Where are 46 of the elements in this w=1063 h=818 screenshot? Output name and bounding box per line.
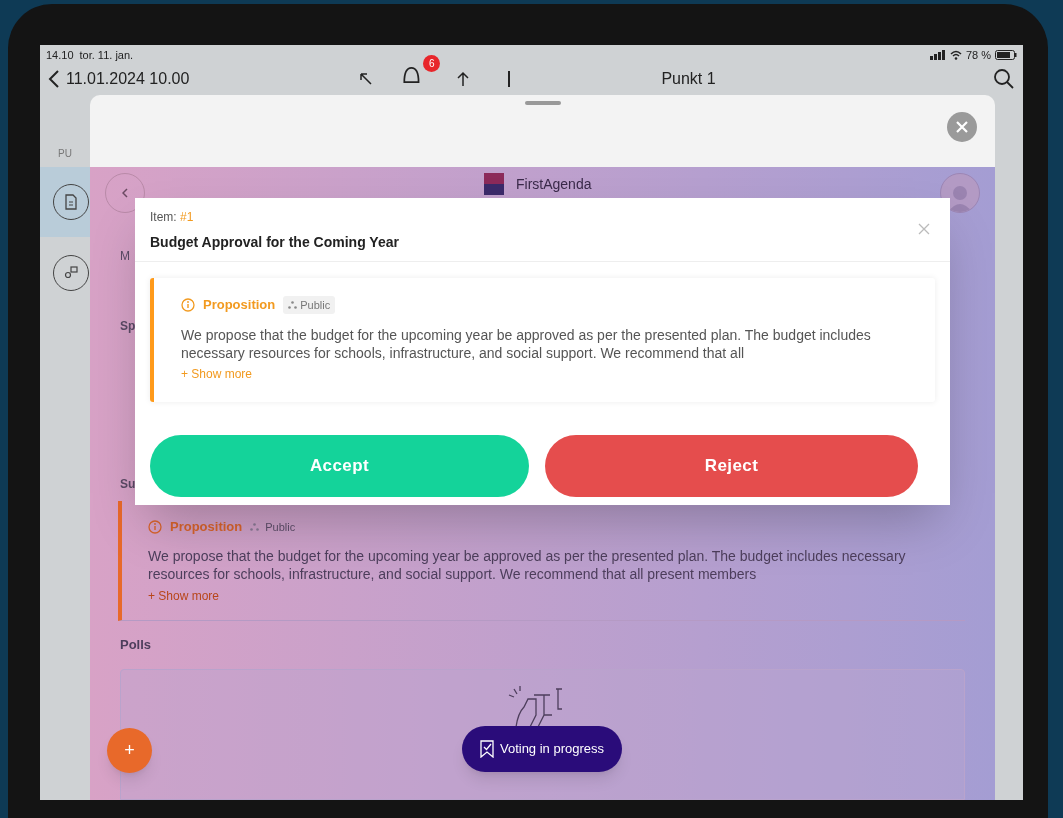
section-label: Su bbox=[120, 476, 136, 493]
back-chevron-icon[interactable] bbox=[48, 69, 60, 89]
drag-handle[interactable] bbox=[524, 101, 561, 105]
proposition-text: We propose that the budget for the upcoming year be approved as per the presented plan. The budget includes necessary resources for schools, infrastructure, and social support. We recommend that all bbox=[181, 325, 872, 362]
bell-icon[interactable] bbox=[403, 67, 422, 83]
close-icon bbox=[956, 121, 968, 133]
show-more-link[interactable]: + Show more bbox=[148, 586, 220, 605]
status-time: 14.10 bbox=[46, 47, 74, 63]
proposition-label: Proposition bbox=[203, 296, 276, 314]
public-tag: Public bbox=[261, 518, 300, 535]
dots-icon bbox=[250, 522, 260, 531]
dialog-title: Budget Approval for the Coming Year bbox=[150, 233, 400, 252]
sidebar-item[interactable] bbox=[40, 167, 90, 237]
chevron-left-icon bbox=[122, 188, 128, 198]
search-icon[interactable] bbox=[993, 68, 1015, 90]
close-button[interactable] bbox=[947, 112, 977, 142]
info-icon bbox=[148, 519, 162, 534]
battery-icon bbox=[995, 50, 1017, 60]
tag-label: Public bbox=[300, 297, 331, 313]
proposition-label: Proposition bbox=[170, 518, 243, 536]
show-more-link[interactable]: + Show more bbox=[181, 364, 253, 383]
voting-status-button[interactable]: Voting in progress bbox=[462, 726, 622, 772]
item-label: Item: bbox=[150, 210, 177, 224]
ballot-check-icon bbox=[479, 740, 494, 758]
notification-badge: 6 bbox=[423, 55, 441, 72]
accept-button[interactable]: Accept bbox=[150, 435, 529, 497]
reject-button[interactable]: Reject bbox=[545, 435, 918, 497]
avatar[interactable] bbox=[940, 173, 980, 213]
info-icon bbox=[181, 297, 195, 312]
document-icon bbox=[64, 194, 78, 210]
battery-percent: 78 % bbox=[965, 47, 991, 63]
status-date: tor. 11. jan. bbox=[79, 47, 134, 63]
brand-name: FirstAgenda bbox=[516, 176, 592, 192]
section-label: Sp bbox=[120, 318, 136, 335]
signal-icon bbox=[929, 50, 946, 60]
logo-icon bbox=[484, 173, 504, 195]
back-label[interactable]: 11.01.2024 10.00 bbox=[66, 67, 190, 91]
section-label: M bbox=[120, 248, 130, 265]
sidebar-heading: PU bbox=[58, 147, 72, 161]
proposition-text: We propose that the budget for the upcoming year be approved as per the presented plan. The budget includes necessary resources for schools, infrastructure, and social support. We recommend that all present members bbox=[148, 546, 907, 583]
item-number: #1 bbox=[180, 210, 194, 224]
arrow-icon[interactable] bbox=[359, 72, 374, 86]
dots-icon bbox=[288, 300, 298, 309]
wifi-icon bbox=[949, 50, 962, 60]
page-title: Punkt 1 bbox=[661, 69, 716, 89]
polls-heading: Polls bbox=[120, 636, 153, 654]
